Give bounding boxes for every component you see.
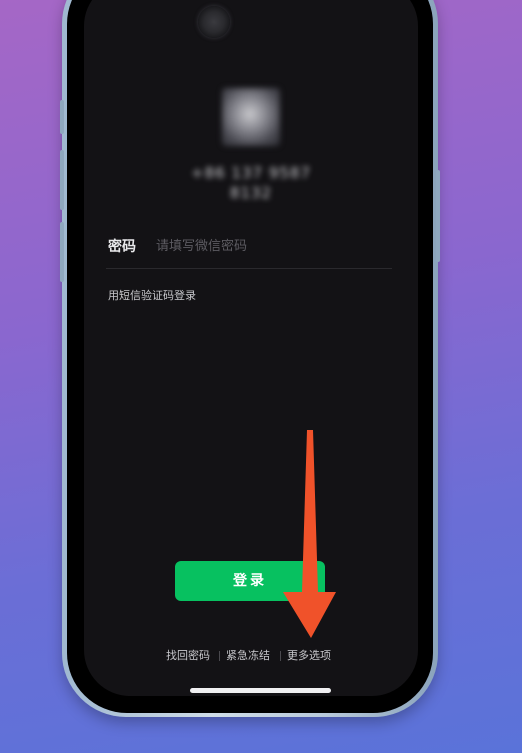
footer-links: 找回密码 紧急冻结 更多选项 bbox=[0, 647, 500, 665]
phone-side-button bbox=[60, 222, 64, 282]
annotation-arrow-icon bbox=[283, 430, 336, 638]
phone-side-button bbox=[60, 100, 64, 134]
avatar bbox=[222, 88, 280, 146]
annotation-arrow-shape bbox=[283, 430, 336, 638]
account-phone-number: +86 137 9587 8132 bbox=[191, 164, 311, 202]
phone-side-button bbox=[436, 170, 440, 262]
sms-login-link[interactable]: 用短信验证码登录 bbox=[108, 287, 196, 303]
front-camera-icon bbox=[198, 6, 230, 38]
footer-separator bbox=[219, 651, 220, 661]
password-row: 密码 bbox=[106, 228, 392, 269]
phone-side-button bbox=[60, 150, 64, 210]
footer-link-emergency-freeze[interactable]: 紧急冻结 bbox=[226, 647, 270, 665]
footer-separator bbox=[280, 651, 281, 661]
password-label: 密码 bbox=[108, 239, 136, 255]
footer-link-recover-password[interactable]: 找回密码 bbox=[166, 647, 210, 665]
footer-link-more-options[interactable]: 更多选项 bbox=[287, 647, 331, 665]
home-indicator[interactable] bbox=[190, 688, 331, 693]
password-input[interactable] bbox=[154, 234, 388, 258]
